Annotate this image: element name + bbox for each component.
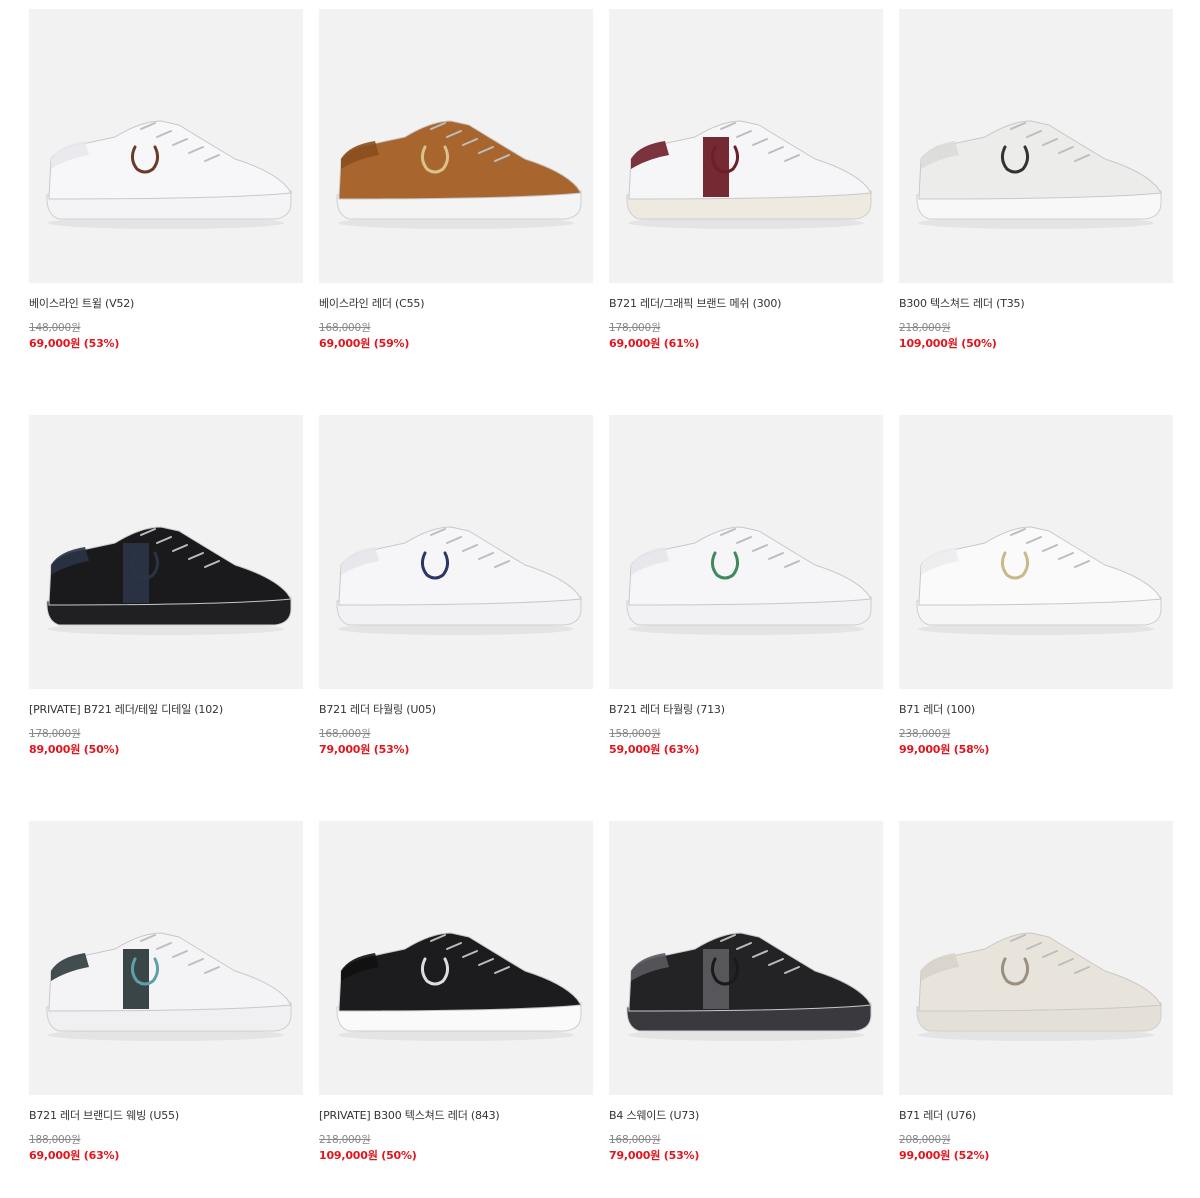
sneaker-image — [916, 526, 1162, 635]
product-name[interactable]: B300 텍스쳐드 레더 (T35) — [899, 297, 1173, 311]
original-price: 178,000원 — [29, 728, 81, 740]
sneaker-image — [626, 120, 872, 229]
sale-price: 99,000원 (52%) — [899, 1149, 990, 1162]
product-card[interactable]: B721 레더 타월링 (U05) 168,000원 79,000원 (53%) — [319, 415, 593, 821]
product-name[interactable]: B721 레더 타월링 (713) — [609, 703, 883, 717]
product-name[interactable]: 베이스라인 레더 (C55) — [319, 297, 593, 311]
product-image[interactable] — [609, 9, 883, 283]
original-price: 218,000원 — [319, 1134, 371, 1146]
sneaker-image — [626, 932, 872, 1041]
sale-price: 99,000원 (58%) — [899, 743, 990, 756]
product-card[interactable]: [PRIVATE] B300 텍스쳐드 레더 (843) 218,000원 109,… — [319, 821, 593, 1198]
product-card[interactable]: B71 레더 (100) 238,000원 99,000원 (58%) — [899, 415, 1173, 821]
product-grid: 베이스라인 트윌 (V52) 148,000원 69,000원 (53%) 베이스라인… — [29, 9, 1173, 1198]
sneaker-image — [46, 932, 292, 1041]
original-price: 158,000원 — [609, 728, 661, 740]
product-name[interactable]: B721 레더/그래픽 브랜드 메쉬 (300) — [609, 297, 883, 311]
sneaker-image — [336, 526, 582, 635]
product-image[interactable] — [319, 415, 593, 689]
original-price: 168,000원 — [319, 322, 371, 334]
product-card[interactable]: B4 스웨이드 (U73) 168,000원 79,000원 (53%) — [609, 821, 883, 1198]
sale-price: 69,000원 (63%) — [29, 1149, 120, 1162]
sale-price: 69,000원 (59%) — [319, 337, 410, 350]
product-image[interactable] — [29, 821, 303, 1095]
sneaker-image — [916, 120, 1162, 229]
sale-price: 79,000원 (53%) — [609, 1149, 700, 1162]
sneaker-image — [626, 526, 872, 635]
sneaker-image — [336, 120, 582, 229]
sneaker-image — [916, 932, 1162, 1041]
product-image[interactable] — [319, 9, 593, 283]
product-name[interactable]: 베이스라인 트윌 (V52) — [29, 297, 303, 311]
product-image[interactable] — [609, 821, 883, 1095]
sale-price: 109,000원 (50%) — [899, 337, 997, 350]
product-card[interactable]: B721 레더/그래픽 브랜드 메쉬 (300) 178,000원 69,000원 … — [609, 9, 883, 415]
sale-price: 69,000원 (61%) — [609, 337, 700, 350]
sneaker-image — [336, 932, 582, 1041]
product-card[interactable]: [PRIVATE] B721 레더/테잎 디테일 (102) 178,000원 89… — [29, 415, 303, 821]
original-price: 188,000원 — [29, 1134, 81, 1146]
product-card[interactable]: B71 레더 (U76) 208,000원 99,000원 (52%) — [899, 821, 1173, 1198]
original-price: 238,000원 — [899, 728, 951, 740]
original-price: 218,000원 — [899, 322, 951, 334]
product-image[interactable] — [29, 9, 303, 283]
product-image[interactable] — [899, 9, 1173, 283]
sale-price: 79,000원 (53%) — [319, 743, 410, 756]
product-name[interactable]: B4 스웨이드 (U73) — [609, 1109, 883, 1123]
product-image[interactable] — [609, 415, 883, 689]
product-name[interactable]: [PRIVATE] B300 텍스쳐드 레더 (843) — [319, 1109, 593, 1123]
original-price: 208,000원 — [899, 1134, 951, 1146]
original-price: 148,000원 — [29, 322, 81, 334]
product-image[interactable] — [319, 821, 593, 1095]
product-name[interactable]: B71 레더 (100) — [899, 703, 1173, 717]
product-card[interactable]: 베이스라인 트윌 (V52) 148,000원 69,000원 (53%) — [29, 9, 303, 415]
original-price: 168,000원 — [609, 1134, 661, 1146]
product-card[interactable]: B300 텍스쳐드 레더 (T35) 218,000원 109,000원 (50%) — [899, 9, 1173, 415]
sale-price: 59,000원 (63%) — [609, 743, 700, 756]
original-price: 168,000원 — [319, 728, 371, 740]
product-image[interactable] — [29, 415, 303, 689]
product-card[interactable]: B721 레더 타월링 (713) 158,000원 59,000원 (63%) — [609, 415, 883, 821]
sneaker-image — [46, 120, 292, 229]
product-image[interactable] — [899, 821, 1173, 1095]
product-name[interactable]: B71 레더 (U76) — [899, 1109, 1173, 1123]
product-name[interactable]: [PRIVATE] B721 레더/테잎 디테일 (102) — [29, 703, 303, 717]
original-price: 178,000원 — [609, 322, 661, 334]
sneaker-image — [46, 526, 292, 635]
product-card[interactable]: B721 레더 브랜디드 웨빙 (U55) 188,000원 69,000원 (63… — [29, 821, 303, 1198]
product-name[interactable]: B721 레더 타월링 (U05) — [319, 703, 593, 717]
sale-price: 89,000원 (50%) — [29, 743, 120, 756]
sale-price: 109,000원 (50%) — [319, 1149, 417, 1162]
product-name[interactable]: B721 레더 브랜디드 웨빙 (U55) — [29, 1109, 303, 1123]
product-card[interactable]: 베이스라인 레더 (C55) 168,000원 69,000원 (59%) — [319, 9, 593, 415]
sale-price: 69,000원 (53%) — [29, 337, 120, 350]
product-image[interactable] — [899, 415, 1173, 689]
